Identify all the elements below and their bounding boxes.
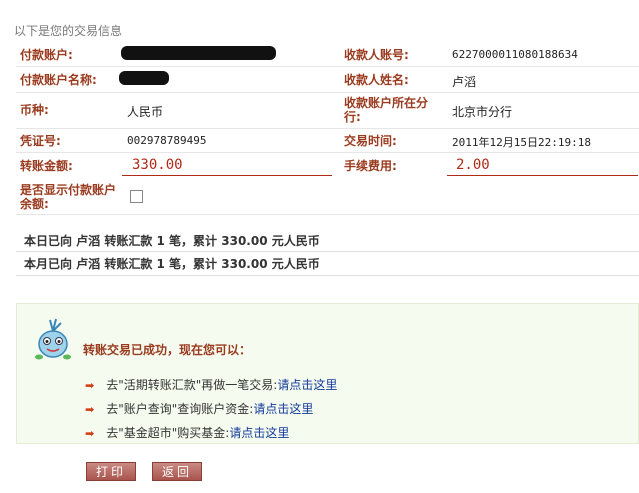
- table-row: 付款账户: 收款人账号: 6227000011080188634: [16, 42, 639, 67]
- arrow-right-icon: ➡: [85, 403, 95, 416]
- success-title: 转账交易已成功，现在您可以：: [83, 343, 252, 357]
- back-button[interactable]: 返回: [152, 462, 202, 481]
- redacted-payer-account: [121, 46, 276, 60]
- fee-label: 手续费用:: [344, 159, 397, 173]
- fee-value: 2.00: [447, 157, 638, 176]
- payee-account-label: 收款人账号:: [344, 48, 409, 62]
- option-text: 去"账户查询"查询账户资金:: [106, 402, 254, 416]
- table-row: 凭证号: 002978789495 交易时间: 2011年12月15日22:19…: [16, 128, 639, 153]
- currency-value: 人民币: [127, 105, 164, 119]
- show-balance-label: 是否显示付款账户余额:: [20, 183, 117, 211]
- payer-name-label: 付款账户名称:: [20, 73, 97, 87]
- summary-month: 本月已向 卢滔 转账汇款 1 笔，累计 330.00 元人民币: [16, 252, 639, 276]
- arrow-right-icon: ➡: [85, 379, 95, 392]
- currency-label: 币种:: [20, 103, 49, 117]
- option-text: 去"活期转账汇款"再做一笔交易:: [106, 378, 278, 392]
- option-item: ➡ 去"活期转账汇款"再做一笔交易:请点击这里: [85, 376, 337, 393]
- mascot-icon: [35, 318, 71, 360]
- time-value: 2011年12月15日22:19:18: [452, 136, 591, 149]
- amount-label: 转账金额:: [20, 159, 73, 173]
- amount-value: 330.00: [122, 157, 332, 176]
- table-row: 币种: 人民币 收款账户所在分行: 北京市分行: [16, 92, 639, 129]
- print-button[interactable]: 打印: [86, 462, 136, 481]
- option-text: 去"基金超市"购买基金:: [106, 426, 230, 440]
- time-label: 交易时间:: [344, 134, 397, 148]
- payee-name-value: 卢滔: [452, 75, 477, 89]
- table-row: 转账金额: 330.00 手续费用: 2.00: [16, 152, 639, 178]
- success-panel: 转账交易已成功，现在您可以： ➡ 去"活期转账汇款"再做一笔交易:请点击这里 ➡ 去…: [16, 303, 639, 444]
- transfer-again-link[interactable]: 请点击这里: [277, 378, 337, 392]
- payee-name-label: 收款人姓名:: [344, 73, 409, 87]
- page-header: 以下是您的交易信息: [14, 24, 123, 38]
- table-row: 是否显示付款账户余额:: [16, 178, 639, 215]
- option-item: ➡ 去"账户查询"查询账户资金:请点击这里: [85, 400, 313, 417]
- arrow-right-icon: ➡: [85, 427, 95, 440]
- voucher-value: 002978789495: [127, 134, 207, 147]
- voucher-label: 凭证号:: [20, 134, 61, 148]
- table-row: 付款账户名称: 收款人姓名: 卢滔: [16, 66, 639, 93]
- show-balance-checkbox[interactable]: [130, 190, 143, 203]
- payee-branch-label: 收款账户所在分行:: [344, 96, 429, 124]
- account-query-link[interactable]: 请点击这里: [253, 402, 313, 416]
- redacted-payer-name: [119, 71, 169, 85]
- payer-account-label: 付款账户:: [20, 48, 73, 62]
- option-item: ➡ 去"基金超市"购买基金:请点击这里: [85, 424, 289, 441]
- summary-today: 本日已向 卢滔 转账汇款 1 笔，累计 330.00 元人民币: [16, 230, 639, 252]
- payee-account-value: 6227000011080188634: [452, 48, 578, 61]
- payee-branch-value: 北京市分行: [452, 105, 513, 119]
- fund-market-link[interactable]: 请点击这里: [229, 426, 289, 440]
